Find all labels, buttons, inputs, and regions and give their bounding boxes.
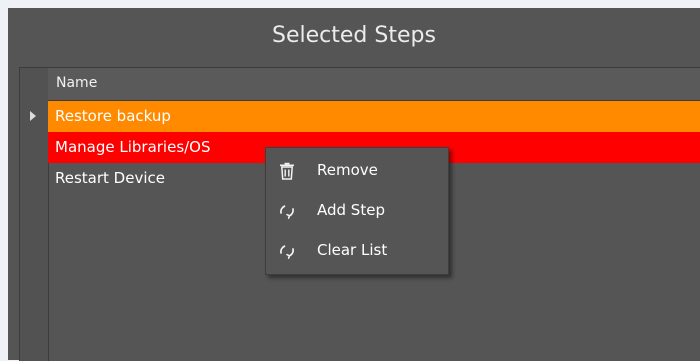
menu-item-label: Remove xyxy=(317,161,378,179)
step-label: Restart Device xyxy=(55,169,165,187)
menu-item-label: Clear List xyxy=(317,241,388,259)
column-header-name[interactable]: Name xyxy=(48,68,700,101)
menu-item-clear-list[interactable]: Clear List xyxy=(266,231,448,271)
trash-icon xyxy=(278,162,296,180)
step-label: Manage Libraries/OS xyxy=(55,138,211,156)
panel-title: Selected Steps xyxy=(272,23,436,48)
table-row[interactable]: Restore backup xyxy=(20,101,700,132)
refresh-icon xyxy=(278,202,296,220)
context-menu: Remove Add Step Clear List xyxy=(265,147,449,275)
menu-item-label: Add Step xyxy=(317,201,385,219)
column-header-label: Name xyxy=(56,75,98,91)
table-cell[interactable]: Restore backup xyxy=(48,101,700,132)
step-label: Restore backup xyxy=(55,107,171,125)
refresh-icon xyxy=(278,242,296,260)
current-row-arrow-icon xyxy=(30,111,36,121)
menu-item-remove[interactable]: Remove xyxy=(266,151,448,191)
menu-item-add-step[interactable]: Add Step xyxy=(266,191,448,231)
